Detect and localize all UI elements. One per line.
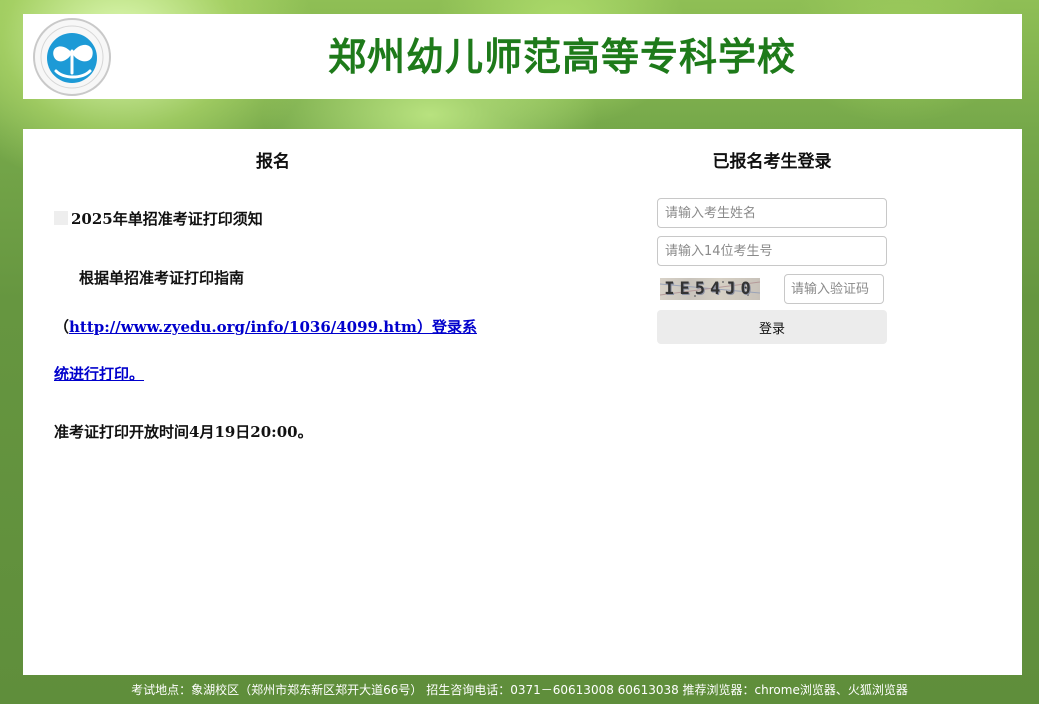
school-logo-icon — [32, 17, 112, 97]
registration-heading: 报名 — [256, 152, 290, 172]
notice-marker-icon — [54, 211, 68, 225]
candidate-name-input[interactable] — [657, 198, 887, 228]
candidate-id-input[interactable] — [657, 236, 887, 266]
print-guide-link[interactable]: http://www.zyedu.org/info/1036/4099.htm）… — [69, 318, 477, 336]
print-guide-link-continued[interactable]: 统进行打印。 — [54, 365, 144, 383]
captcha-code: IE54J0 — [664, 279, 756, 299]
print-open-time: 准考证打印开放时间4月19日20:00。 — [54, 423, 313, 441]
notice-paragraph-link-continued: 统进行打印。 — [54, 359, 144, 389]
footer-info: 考试地点：象湖校区（郑州市郑东新区郑开大道66号） 招生咨询电话：0371－60… — [131, 683, 908, 697]
notice-paragraph-intro: 根据单招准考证打印指南 — [79, 269, 245, 287]
login-heading: 已报名考生登录 — [712, 152, 832, 172]
notice-paragraph-link-line: （http://www.zyedu.org/info/1036/4099.htm… — [54, 312, 477, 342]
notice-title: 2025年单招准考证打印须知 — [54, 204, 263, 234]
main-panel: 报名 2025年单招准考证打印须知 根据单招准考证打印指南 （http://ww… — [23, 129, 1022, 675]
captcha-input[interactable] — [784, 274, 884, 304]
site-header: 郑州幼儿师范高等专科学校 — [23, 14, 1022, 99]
site-title: 郑州幼儿师范高等专科学校 — [328, 35, 797, 79]
captcha-image[interactable]: IE54J0 — [660, 278, 760, 300]
notice-open-paren: （ — [54, 318, 70, 336]
notice-title-text: 2025年单招准考证打印须知 — [71, 210, 263, 228]
login-button[interactable]: 登录 — [657, 310, 887, 344]
